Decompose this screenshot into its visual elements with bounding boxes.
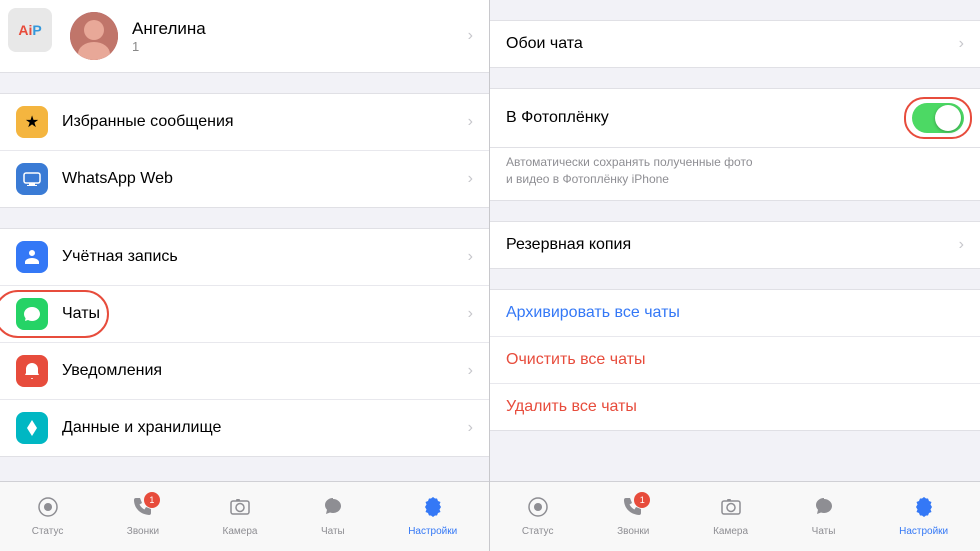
chats-chevron: › [468,305,473,323]
wallpaper-label: Обои чата [506,35,959,53]
profile-info: Ангелина 1 [132,19,468,54]
clear-all-label: Очистить все чаты [506,351,645,368]
account-label: Учётная запись [62,248,468,266]
photolibrary-description: Автоматически сохранять полученные фотои… [490,148,980,201]
whatsapp-web-chevron: › [468,170,473,188]
left-nav-settings[interactable]: Настройки [408,496,457,537]
profile-sub: 1 [132,39,468,54]
photolibrary-item[interactable]: В Фотоплёнку [490,89,980,147]
account-item[interactable]: Учётная запись › [0,229,489,286]
avatar [70,12,118,60]
photolibrary-toggle[interactable] [912,103,964,133]
archive-all-item[interactable]: Архивировать все чаты [490,290,980,337]
favorites-chevron: › [468,113,473,131]
right-chats-nav-icon [813,496,835,524]
settings-group-2: Учётная запись › Чаты › [0,228,489,457]
right-nav-status[interactable]: Статус [522,496,554,537]
right-nav-camera-label: Камера [713,526,748,537]
favorites-icon: ★ [16,106,48,138]
right-panel: Обои чата › В Фотоплёнку Автоматичес [490,0,980,551]
favorites-item[interactable]: ★ Избранные сообщения › [0,94,489,151]
camera-icon [229,496,251,524]
profile-name: Ангелина [132,19,468,39]
whatsapp-web-icon [16,163,48,195]
backup-group: Резервная копия › [490,221,980,269]
photolibrary-group: В Фотоплёнку [490,88,980,148]
whatsapp-web-item[interactable]: WhatsApp Web › [0,151,489,207]
status-icon [37,496,59,524]
right-nav-chats[interactable]: Чаты [812,496,836,537]
storage-chevron: › [468,419,473,437]
right-nav-status-label: Статус [522,526,554,537]
delete-all-label: Удалить все чаты [506,398,637,415]
archive-all-label: Архивировать все чаты [506,304,680,321]
left-bottom-nav: Статус 1 Звонки Камера [0,481,489,551]
profile-section[interactable]: Ангелина 1 › [0,0,489,73]
right-bottom-nav: Статус 1 Звонки Камера [490,481,980,551]
right-nav-camera[interactable]: Камера [713,496,748,537]
left-nav-status-label: Статус [32,526,64,537]
account-icon [16,241,48,273]
right-calls-badge: 1 [634,492,650,508]
aip-logo: AiP [8,8,52,52]
delete-all-item[interactable]: Удалить все чаты [490,384,980,430]
settings-group-1: ★ Избранные сообщения › WhatsApp Web › [0,93,489,208]
profile-chevron: › [468,27,473,45]
backup-item[interactable]: Резервная копия › [490,222,980,268]
backup-label: Резервная копия [506,236,959,254]
left-nav-status[interactable]: Статус [32,496,64,537]
notifications-item[interactable]: Уведомления › [0,343,489,400]
left-scroll-content: Ангелина 1 › ★ Избранные сообщения › [0,0,489,551]
right-scroll-content: Обои чата › В Фотоплёнку Автоматичес [490,0,980,551]
chats-label: Чаты [62,305,468,323]
left-nav-chats[interactable]: Чаты [321,496,345,537]
left-nav-camera[interactable]: Камера [223,496,258,537]
left-nav-chats-label: Чаты [321,526,345,537]
wallpaper-group: Обои чата › [490,20,980,68]
storage-icon [16,412,48,444]
storage-item[interactable]: Данные и хранилище › [0,400,489,456]
calls-icon-container: 1 [132,496,154,524]
photolibrary-label: В Фотоплёнку [506,109,912,127]
notifications-chevron: › [468,362,473,380]
right-camera-icon [720,496,742,524]
left-nav-camera-label: Камера [223,526,258,537]
toggle-knob [935,105,961,131]
wallpaper-item[interactable]: Обои чата › [490,21,980,67]
action-group: Архивировать все чаты Очистить все чаты … [490,289,980,431]
right-nav-calls-label: Звонки [617,526,649,537]
backup-chevron: › [959,236,964,254]
left-nav-settings-label: Настройки [408,526,457,537]
notifications-icon [16,355,48,387]
left-nav-calls[interactable]: 1 Звонки [127,496,159,537]
right-nav-chats-label: Чаты [812,526,836,537]
clear-all-item[interactable]: Очистить все чаты [490,337,980,384]
right-nav-calls[interactable]: 1 Звонки [617,496,649,537]
chats-nav-icon [322,496,344,524]
notifications-label: Уведомления [62,362,468,380]
right-settings-icon [913,496,935,524]
right-calls-icon-container: 1 [622,496,644,524]
whatsapp-web-label: WhatsApp Web [62,170,468,188]
left-nav-calls-label: Звонки [127,526,159,537]
wallpaper-chevron: › [959,35,964,53]
chats-icon [16,298,48,330]
left-panel: AiP Ангелина 1 › ★ Избранные сооб [0,0,490,551]
favorites-label: Избранные сообщения [62,113,468,131]
right-nav-settings[interactable]: Настройки [899,496,948,537]
account-chevron: › [468,248,473,266]
right-status-icon [527,496,549,524]
photolibrary-section: В Фотоплёнку Автоматически сохранять пол… [490,88,980,201]
calls-badge: 1 [144,492,160,508]
settings-nav-icon [422,496,444,524]
storage-label: Данные и хранилище [62,419,468,437]
right-nav-settings-label: Настройки [899,526,948,537]
chats-item[interactable]: Чаты › [0,286,489,343]
toggle-container [912,103,964,133]
